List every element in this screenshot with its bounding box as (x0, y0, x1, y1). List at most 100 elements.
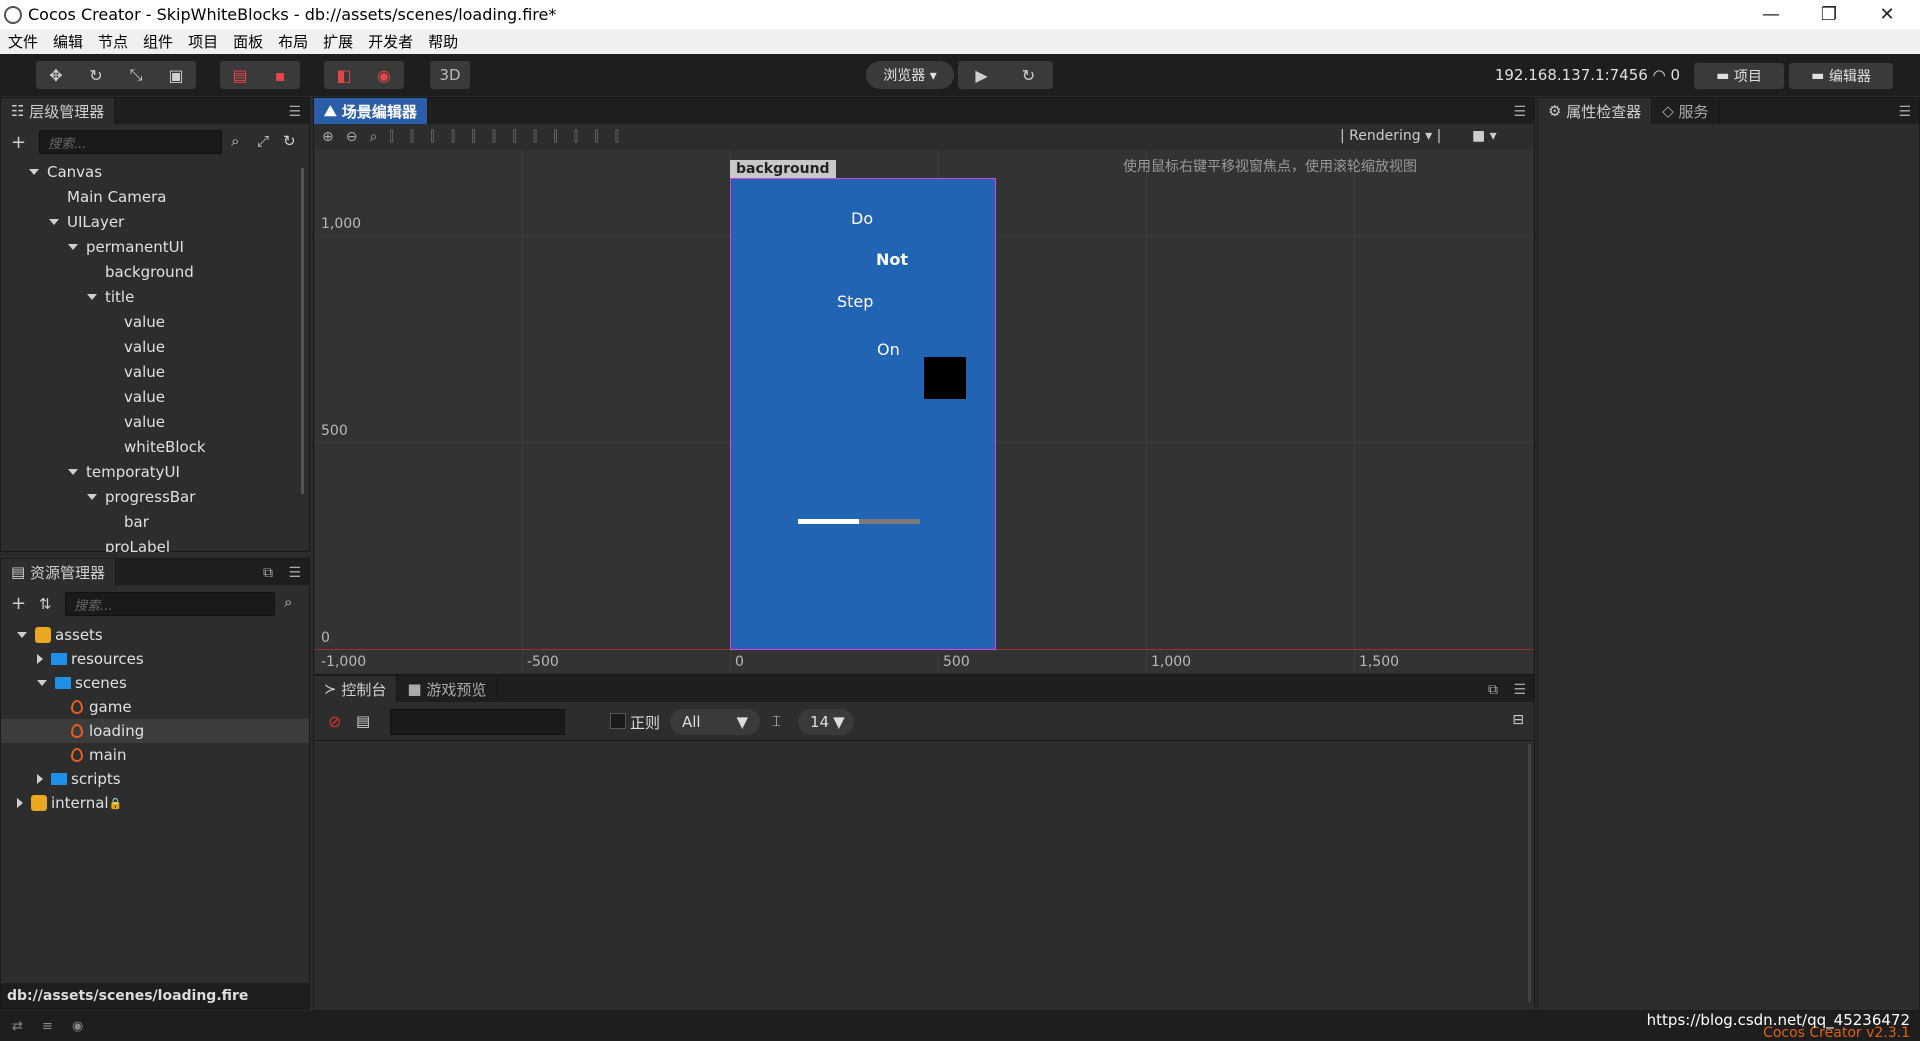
caret-right-icon[interactable] (17, 798, 23, 808)
align-vcenter-icon[interactable]: ⫿ (471, 129, 475, 145)
gizmo-icon[interactable]: ◉ (364, 61, 404, 89)
caret-down-icon[interactable] (87, 494, 97, 500)
search-icon[interactable]: ⌕ (231, 132, 239, 150)
search-icon[interactable]: ⌕ (284, 593, 292, 611)
hierarchy-node[interactable]: proLabel (105, 535, 170, 552)
tab-scene-editor[interactable]: ⛰ 场景编辑器 (314, 98, 428, 124)
play-icon[interactable]: ▶ (958, 61, 1005, 89)
menu-component[interactable]: 组件 (135, 31, 180, 52)
hierarchy-node[interactable]: value (124, 410, 165, 434)
sync-icon[interactable]: ⇄ (12, 1019, 23, 1034)
menu-panel[interactable]: 面板 (225, 31, 270, 52)
asset-item[interactable]: assets (17, 623, 103, 647)
hierarchy-node[interactable]: progressBar (87, 485, 195, 509)
caret-right-icon[interactable] (37, 774, 43, 784)
align-left-icon[interactable]: ⫿ (389, 129, 393, 145)
refresh-icon[interactable]: ↻ (283, 132, 296, 150)
align-bottom-icon[interactable]: ⫿ (492, 129, 496, 145)
caret-down-icon[interactable] (68, 244, 78, 250)
hierarchy-node[interactable]: value (124, 385, 165, 409)
background-node[interactable]: Do Not Step On (730, 178, 996, 650)
popout-icon[interactable]: ⧉ (1488, 682, 1498, 698)
3d-toggle-button[interactable]: 3D (430, 61, 470, 89)
distribute-bottom-icon[interactable]: ⫿ (553, 129, 557, 145)
tab-hierarchy[interactable]: ☷ 层级管理器 (1, 98, 116, 124)
title-word[interactable]: Step (837, 292, 873, 311)
title-word[interactable]: On (877, 340, 900, 359)
menu-icon[interactable]: ☰ (288, 565, 301, 581)
font-size-select[interactable]: 14 ▼ (798, 709, 854, 735)
asset-item[interactable]: loading (1, 719, 309, 743)
scale-tool-icon[interactable]: ⤡ (116, 61, 156, 89)
hierarchy-node[interactable]: permanentUI (68, 235, 184, 259)
local-global-icon[interactable]: ▪ (260, 61, 300, 89)
open-project-button[interactable]: ▬ 项目 (1694, 63, 1784, 89)
caret-down-icon[interactable] (87, 294, 97, 300)
hierarchy-node[interactable]: value (124, 360, 165, 384)
menu-icon[interactable]: ☰ (1513, 682, 1526, 698)
close-button[interactable]: ✕ (1858, 0, 1916, 29)
hierarchy-node[interactable]: Main Camera (67, 185, 166, 209)
asset-item[interactable]: internal 🔒 (17, 791, 122, 815)
hierarchy-node[interactable]: whiteBlock (124, 435, 206, 459)
console-filter-input[interactable] (390, 709, 565, 735)
menu-file[interactable]: 文件 (0, 31, 45, 52)
add-asset-icon[interactable]: + (11, 593, 26, 614)
add-node-icon[interactable]: + (11, 132, 26, 153)
hierarchy-node[interactable]: UILayer (49, 210, 124, 234)
sort-icon[interactable]: ⇅ (39, 595, 52, 613)
tab-services[interactable]: ◇ 服务 (1652, 98, 1720, 124)
browser-select[interactable]: 浏览器 ▾ (866, 61, 954, 89)
menu-extension[interactable]: 扩展 (315, 31, 360, 52)
scrollbar[interactable] (1528, 744, 1531, 1002)
white-block[interactable] (924, 357, 966, 399)
database-icon[interactable]: ≡ (42, 1019, 53, 1034)
hierarchy-node[interactable]: Canvas (29, 160, 102, 184)
rect-tool-icon[interactable]: ▣ (156, 61, 196, 89)
hierarchy-node[interactable]: value (124, 310, 165, 334)
clear-icon[interactable]: ⊘ (328, 712, 341, 731)
menu-icon[interactable]: ☰ (288, 104, 301, 120)
zoom-in-icon[interactable]: ⊕ (322, 129, 334, 145)
regex-checkbox[interactable] (610, 713, 626, 729)
distribute-top-icon[interactable]: ⫿ (512, 129, 516, 145)
eye-icon[interactable]: ◉ (72, 1019, 83, 1034)
distribute-hcenter-icon[interactable]: ⫿ (594, 129, 598, 145)
minimize-button[interactable]: — (1742, 0, 1800, 29)
align-hcenter-icon[interactable]: ⫿ (410, 129, 414, 145)
rotate-tool-icon[interactable]: ↻ (76, 61, 116, 89)
title-word[interactable]: Not (876, 250, 908, 269)
hierarchy-node[interactable]: background (105, 260, 194, 284)
scene-viewport[interactable]: 1,000 500 0 -1,000 -500 0 500 1,000 1,50… (315, 150, 1533, 673)
menu-help[interactable]: 帮助 (420, 31, 465, 52)
tab-properties[interactable]: ⚙ 属性检查器 (1538, 98, 1653, 124)
hierarchy-node[interactable]: title (87, 285, 134, 309)
asset-item[interactable]: game (71, 695, 132, 719)
snap-icon[interactable]: ◧ (324, 61, 364, 89)
caret-down-icon[interactable] (17, 632, 27, 638)
asset-item[interactable]: main (71, 743, 126, 767)
assets-search-input[interactable]: 搜索... (65, 592, 275, 616)
caret-right-icon[interactable] (37, 654, 43, 664)
hierarchy-node[interactable]: value (124, 335, 165, 359)
camera-select[interactable]: ■ ▾ (1472, 128, 1497, 144)
move-tool-icon[interactable]: ✥ (36, 61, 76, 89)
distribute-left-icon[interactable]: ⫿ (574, 129, 578, 145)
distribute-vcenter-icon[interactable]: ⫿ (533, 129, 537, 145)
menu-developer[interactable]: 开发者 (360, 31, 420, 52)
open-editor-button[interactable]: ▬ 编辑器 (1789, 63, 1893, 89)
menu-project[interactable]: 项目 (180, 31, 225, 52)
menu-node[interactable]: 节点 (90, 31, 135, 52)
hierarchy-search-input[interactable]: 搜索... (39, 130, 222, 154)
tab-assets[interactable]: ▤ 资源管理器 (1, 559, 116, 585)
zoom-out-icon[interactable]: ⊖ (346, 129, 358, 145)
align-right-icon[interactable]: ⫿ (430, 129, 434, 145)
hierarchy-node[interactable]: bar (124, 510, 149, 534)
popout-icon[interactable]: ⧉ (263, 565, 273, 581)
menu-layout[interactable]: 布局 (270, 31, 315, 52)
asset-item[interactable]: scripts (37, 767, 121, 791)
refresh-icon[interactable]: ↻ (1005, 61, 1052, 89)
asset-item[interactable]: scenes (37, 671, 127, 695)
tab-console[interactable]: ≻ 控制台 (314, 676, 398, 702)
caret-down-icon[interactable] (37, 680, 47, 686)
